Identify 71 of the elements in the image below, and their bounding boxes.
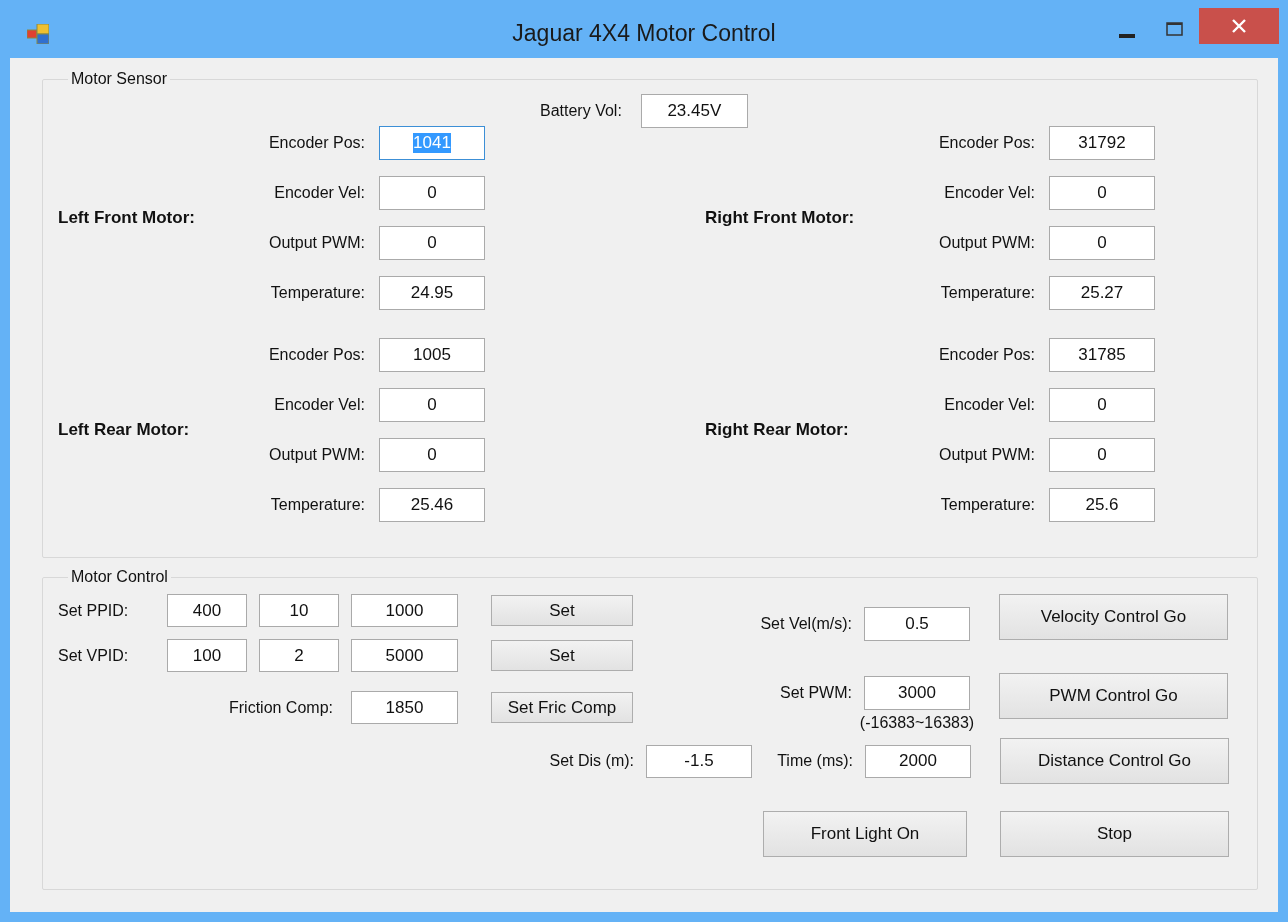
field-label: Time (ms): (776, 752, 854, 770)
input-field[interactable]: 0 (379, 388, 485, 422)
window-title: Jaguar 4X4 Motor Control (512, 19, 776, 47)
input-field[interactable]: 1850 (351, 691, 458, 724)
input-field[interactable]: 3000 (864, 676, 970, 710)
field-label: Encoder Vel: (943, 396, 1035, 414)
input-field[interactable]: 1000 (351, 594, 458, 627)
field-label: Friction Comp: (227, 698, 334, 717)
stop-button[interactable]: Stop (1000, 811, 1229, 857)
field-label: Set PWM: (779, 684, 853, 702)
maximize-icon[interactable] (1166, 22, 1183, 36)
field-label: Encoder Vel: (273, 184, 365, 202)
set-button[interactable]: Set (491, 595, 633, 626)
field-label: Encoder Pos: (267, 346, 365, 364)
field-label: Battery Vol: (540, 102, 622, 120)
motor-label: Right Front Motor: (705, 208, 856, 228)
field-label: Temperature: (269, 496, 365, 514)
field-label: Temperature: (939, 284, 1035, 302)
input-field[interactable]: 10 (259, 594, 339, 627)
input-field[interactable]: 25.6 (1049, 488, 1155, 522)
field-label: Temperature: (269, 284, 365, 302)
input-field[interactable]: -1.5 (646, 744, 752, 778)
close-button[interactable] (1199, 8, 1279, 44)
input-field[interactable]: 100 (167, 639, 247, 672)
field-label: Encoder Pos: (267, 134, 365, 152)
input-field[interactable]: 5000 (351, 639, 458, 672)
input-field[interactable]: 0 (1049, 176, 1155, 210)
group-title: Motor Control (70, 568, 169, 586)
field-label: Encoder Pos: (937, 346, 1035, 364)
field-label: Encoder Vel: (273, 396, 365, 414)
field-label: Output PWM: (937, 446, 1035, 464)
field-label: Encoder Pos: (937, 134, 1035, 152)
motor-label: Left Front Motor: (58, 208, 196, 228)
field-label: Set Vel(m/s): (759, 615, 853, 633)
input-field[interactable]: 23.45V (640, 94, 748, 128)
go-button[interactable]: PWM Control Go (999, 673, 1228, 719)
go-button[interactable]: Velocity Control Go (999, 594, 1228, 640)
motor-label: Left Rear Motor: (58, 420, 191, 440)
input-field[interactable]: 2 (259, 639, 339, 672)
input-field[interactable]: 0 (379, 438, 485, 472)
input-field[interactable]: 0.5 (864, 607, 970, 641)
field-label: Set Dis (m): (548, 752, 635, 770)
input-field[interactable]: 400 (167, 594, 247, 627)
field-label: Output PWM: (267, 446, 365, 464)
input-field[interactable]: 0 (1049, 226, 1155, 260)
field-label: Output PWM: (937, 234, 1035, 252)
input-field[interactable]: 1005 (379, 338, 485, 372)
app-icon (27, 24, 49, 44)
field-label: Set VPID: (58, 646, 130, 665)
input-field[interactable]: 25.27 (1049, 276, 1155, 310)
light-button[interactable]: Front Light On (763, 811, 967, 857)
input-field[interactable]: 0 (1049, 438, 1155, 472)
field-label: Output PWM: (267, 234, 365, 252)
input-field[interactable]: 31785 (1049, 338, 1155, 372)
input-field[interactable]: 31792 (1049, 126, 1155, 160)
field-label: Encoder Vel: (943, 184, 1035, 202)
input-field[interactable]: 2000 (865, 744, 971, 778)
set-button[interactable]: Set (491, 640, 633, 671)
input-field[interactable]: 25.46 (379, 488, 485, 522)
range-hint: (-16383~16383) (859, 714, 975, 732)
motor-label: Right Rear Motor: (705, 420, 850, 440)
field-label: Set PPID: (58, 601, 130, 620)
set-button[interactable]: Set Fric Comp (491, 692, 633, 723)
input-field[interactable]: 0 (1049, 388, 1155, 422)
field-label: Temperature: (939, 496, 1035, 514)
input-field[interactable]: 0 (379, 226, 485, 260)
group-title: Motor Sensor (70, 70, 169, 88)
go-button[interactable]: Distance Control Go (1000, 738, 1229, 784)
input-field[interactable]: 24.95 (379, 276, 485, 310)
close-icon (1232, 19, 1246, 33)
input-field[interactable]: 0 (379, 176, 485, 210)
